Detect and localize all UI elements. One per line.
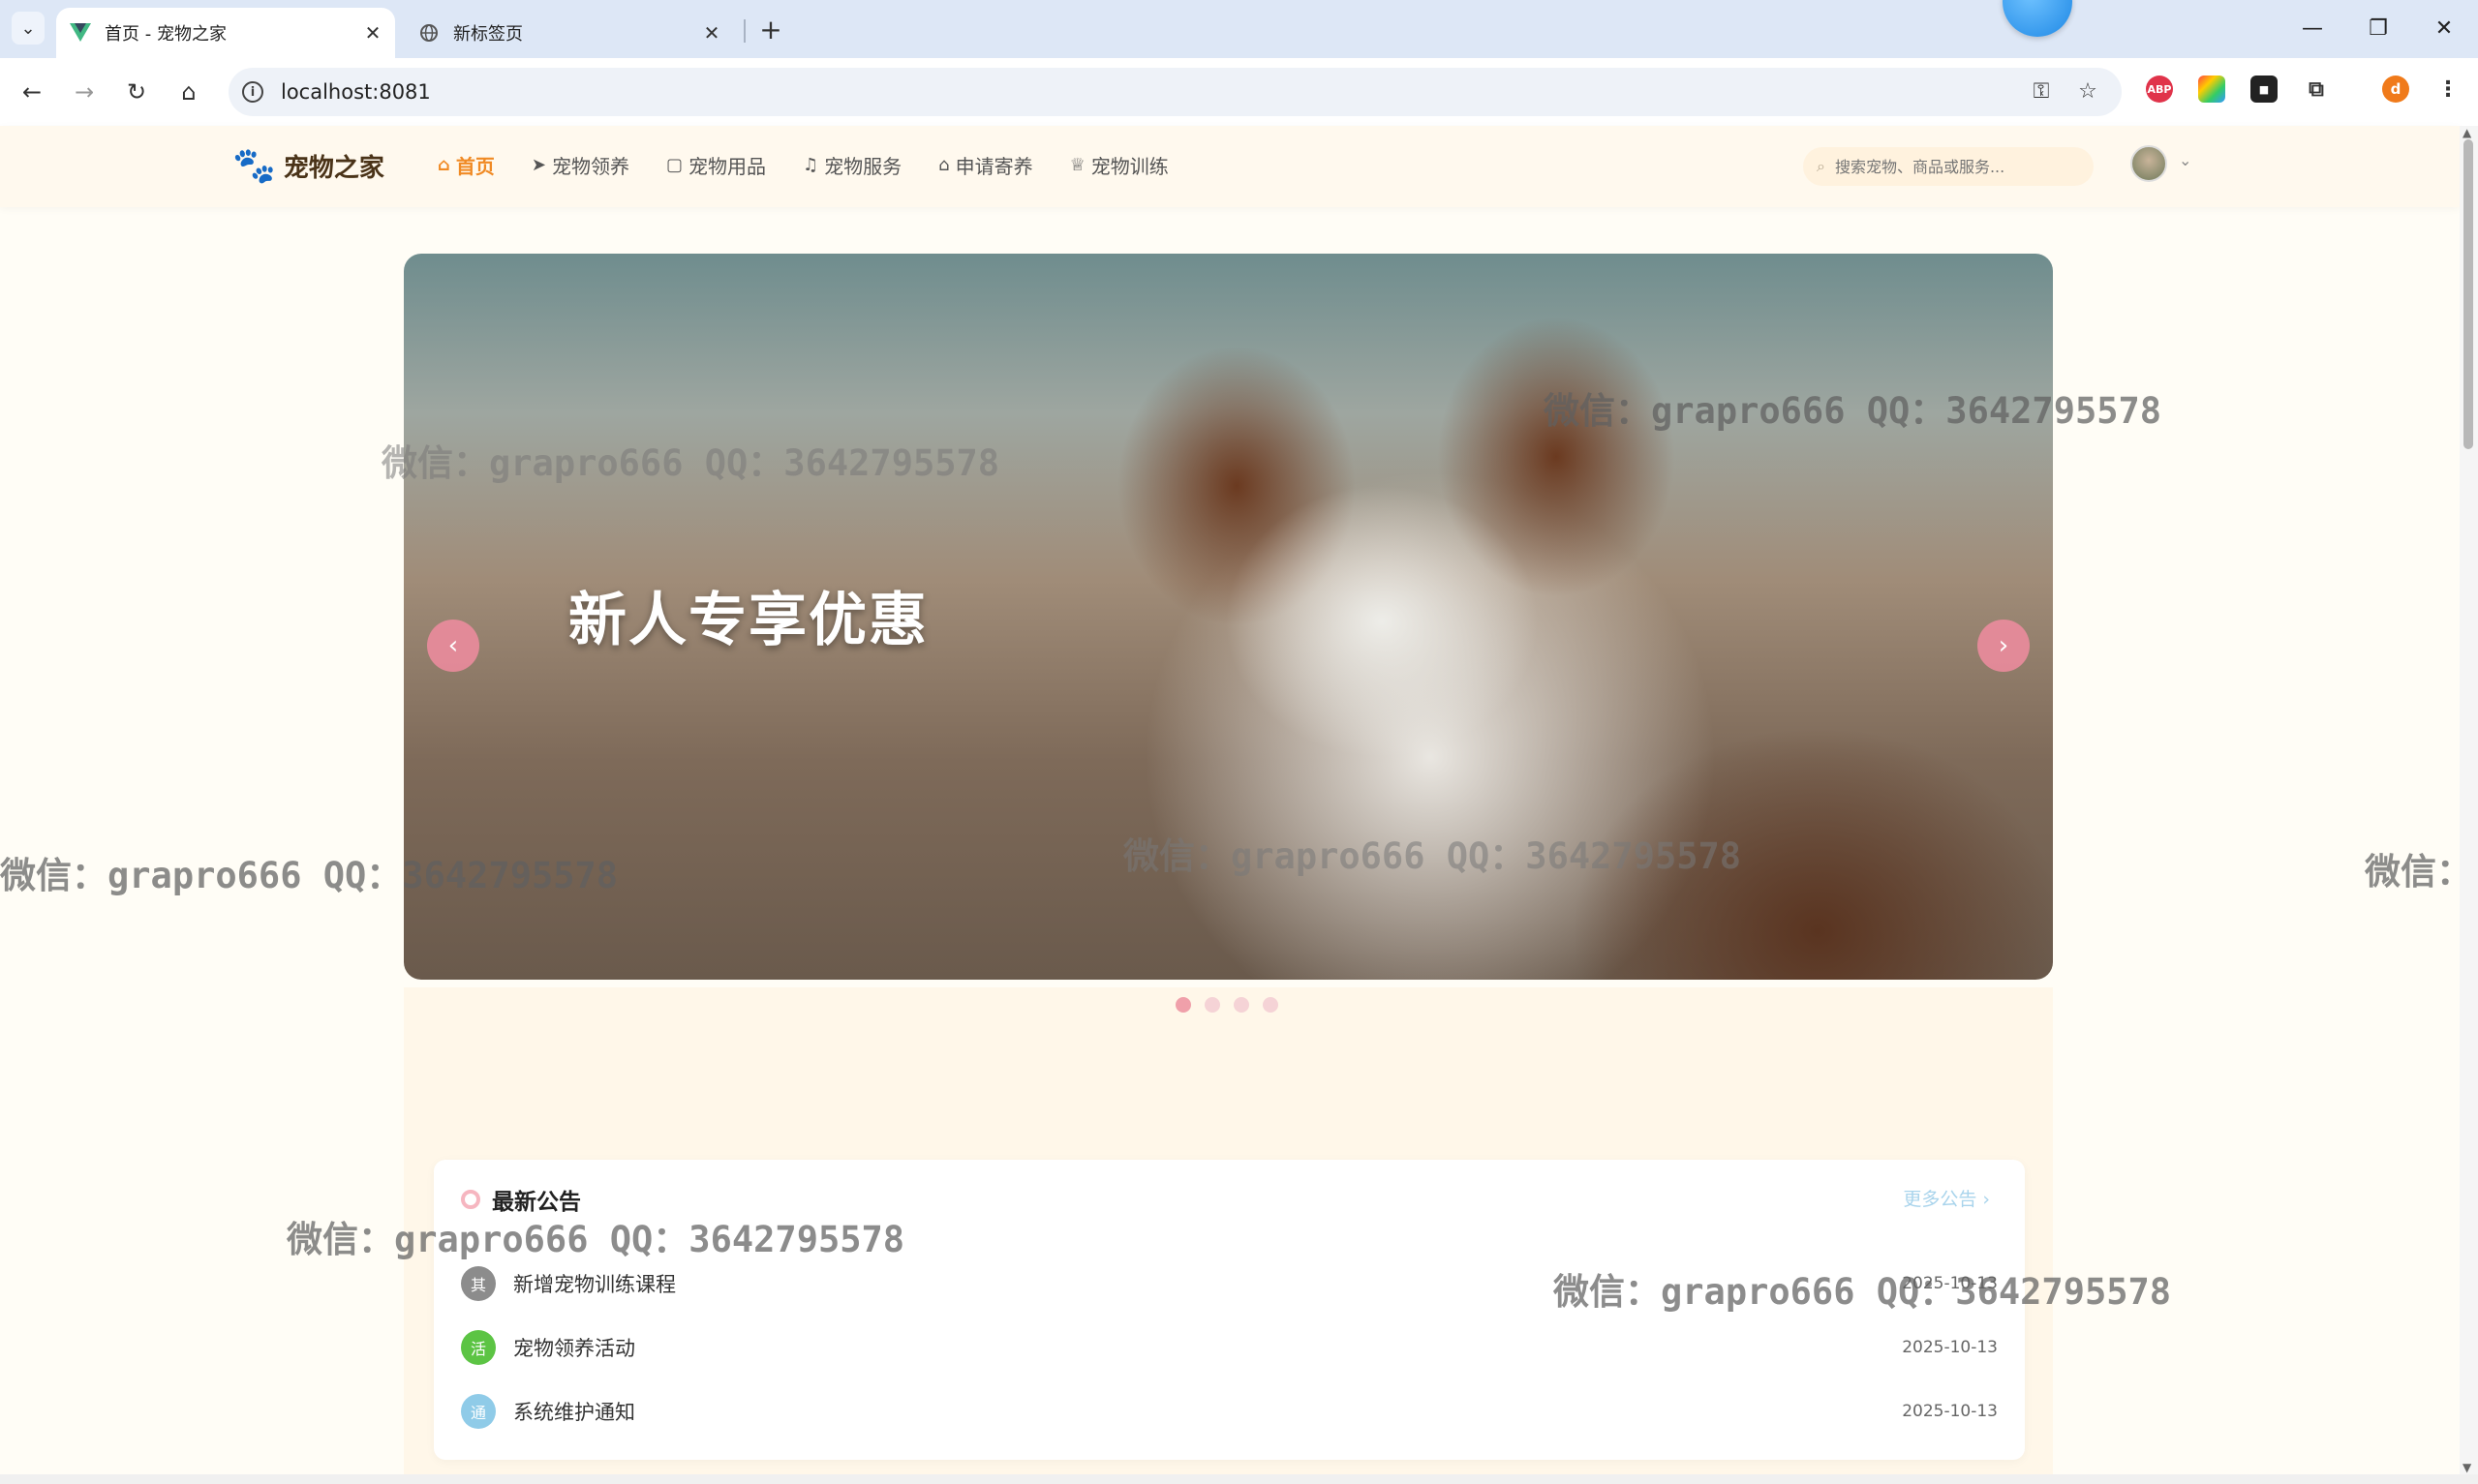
profile-bubble-icon[interactable] [2003, 0, 2072, 37]
extensions-puzzle-icon[interactable]: ⧉ [2303, 76, 2330, 103]
bag-icon: ▢ [665, 155, 683, 175]
carousel-prev-button[interactable]: ‹ [427, 620, 479, 672]
carousel-next-button[interactable]: › [1977, 620, 2030, 672]
horizontal-scrollbar[interactable] [0, 1474, 2478, 1484]
menu-kebab-icon[interactable]: ⋮ [2434, 76, 2462, 103]
trophy-icon: ♕ [1069, 155, 1086, 175]
announcement-panel: 最新公告 更多公告 › 其 新增宠物训练课程 2025-10-13 活 宠物领养… [434, 1160, 2025, 1460]
tab-close-icon[interactable]: ✕ [697, 18, 726, 47]
announcement-date: 2025-10-13 [1902, 1338, 1998, 1357]
site-header: 🐾 宠物之家 ⌂ 首页 ➤ 宠物领养 ▢ 宠物用品 ♫ 宠物服务 ⌂ 申请寄养 … [0, 126, 2460, 207]
user-avatar[interactable] [2130, 145, 2167, 182]
tab-title: 新标签页 [453, 24, 523, 45]
ring-icon [461, 1190, 480, 1209]
scroll-up-icon[interactable]: ▲ [2463, 126, 2471, 139]
announcement-text: 宠物领养活动 [513, 1337, 635, 1360]
category-badge: 活 [461, 1330, 496, 1365]
vertical-scrollbar[interactable]: ▲ ▼ [2460, 126, 2478, 1474]
search-icon: ⌕ [1817, 157, 1825, 175]
browser-toolbar: ← → ↻ ⌂ i localhost:8081 ⚿ ☆ ABP ■ ⧉ d ⋮ [0, 58, 2478, 127]
globe-icon [418, 22, 440, 44]
tab-close-icon[interactable]: ✕ [358, 18, 387, 47]
carousel-dot-4[interactable] [1263, 997, 1278, 1013]
category-badge: 其 [461, 1266, 496, 1301]
announcement-header: 最新公告 [461, 1183, 581, 1216]
home-icon[interactable]: ⌂ [172, 76, 205, 108]
nav-item-training[interactable]: ♕ 宠物训练 [1070, 151, 1169, 179]
announcement-date: 2025-10-13 [1902, 1402, 1998, 1421]
category-badge: 通 [461, 1394, 496, 1429]
announcement-title: 最新公告 [492, 1190, 581, 1215]
browser-tab-bar: ⌄ 首页 - 宠物之家 ✕ 新标签页 ✕ + — ❐ ✕ [0, 0, 2478, 58]
carousel-dot-1[interactable] [1176, 997, 1191, 1013]
send-icon: ➤ [531, 155, 546, 175]
tab-home[interactable]: 首页 - 宠物之家 ✕ [56, 8, 395, 58]
window-close-icon[interactable]: ✕ [2425, 12, 2463, 45]
main-nav: ⌂ 首页 ➤ 宠物领养 ▢ 宠物用品 ♫ 宠物服务 ⌂ 申请寄养 ♕ 宠物训练 [438, 151, 1206, 179]
address-bar[interactable]: i localhost:8081 [229, 68, 2122, 116]
announcement-text: 系统维护通知 [513, 1401, 635, 1424]
more-announcements-link[interactable]: 更多公告 › [1903, 1185, 1990, 1211]
nav-item-foster[interactable]: ⌂ 申请寄养 [938, 151, 1032, 179]
reload-icon[interactable]: ↻ [120, 76, 153, 108]
site-search[interactable]: ⌕ [1803, 147, 2094, 186]
slide-title: 新人专享优惠 [568, 587, 929, 654]
announcement-item[interactable]: 其 新增宠物训练课程 2025-10-13 [461, 1264, 1998, 1303]
bookmark-star-icon[interactable]: ☆ [2070, 74, 2105, 108]
password-key-icon[interactable]: ⚿ [2024, 74, 2059, 108]
tab-title: 首页 - 宠物之家 [105, 24, 227, 45]
chevron-down-icon[interactable]: ⌄ [2179, 151, 2191, 169]
house-icon: ⌂ [938, 155, 950, 175]
adblock-extension-icon[interactable]: ABP [2146, 76, 2173, 103]
restore-icon[interactable]: ❐ [2359, 12, 2398, 45]
puzzle-dark-extension-icon[interactable]: ■ [2250, 76, 2278, 103]
carousel-dot-3[interactable] [1234, 997, 1249, 1013]
announcement-text: 新增宠物训练课程 [513, 1273, 676, 1296]
tab-separator [744, 19, 746, 43]
tab-search-chevron-icon[interactable]: ⌄ [12, 12, 45, 45]
vue-favicon-icon [70, 22, 91, 44]
announcement-date: 2025-10-13 [1902, 1274, 1998, 1293]
profile-avatar-icon[interactable]: d [2382, 76, 2409, 103]
color-extension-icon[interactable] [2198, 76, 2225, 103]
banner-carousel[interactable]: 新人专享优惠 ‹ › [404, 254, 2053, 980]
back-arrow-icon[interactable]: ← [15, 76, 48, 108]
nav-item-supplies[interactable]: ▢ 宠物用品 [666, 151, 766, 179]
search-input[interactable] [1832, 156, 2069, 177]
carousel-dot-2[interactable] [1205, 997, 1220, 1013]
carousel-indicators [1176, 997, 1292, 1013]
nav-item-home[interactable]: ⌂ 首页 [438, 151, 495, 179]
paw-icon: 🐾 [232, 146, 276, 186]
headset-icon: ♫ [803, 155, 819, 175]
nav-item-services[interactable]: ♫ 宠物服务 [803, 151, 902, 179]
scroll-down-icon[interactable]: ▼ [2463, 1461, 2471, 1474]
home-icon: ⌂ [438, 155, 450, 175]
announcement-item[interactable]: 通 系统维护通知 2025-10-13 [461, 1392, 1998, 1431]
nav-item-adoption[interactable]: ➤ 宠物领养 [532, 151, 629, 179]
logo-text: 宠物之家 [283, 153, 384, 183]
new-tab-plus-icon[interactable]: + [755, 14, 786, 45]
forward-arrow-icon[interactable]: → [68, 76, 101, 108]
tab-new-tab[interactable]: 新标签页 ✕ [405, 8, 734, 58]
site-info-icon[interactable]: i [242, 81, 263, 103]
watermark-partial: 微信： [2365, 851, 2472, 893]
announcement-item[interactable]: 活 宠物领养活动 2025-10-13 [461, 1328, 1998, 1367]
site-logo[interactable]: 🐾 宠物之家 [232, 145, 384, 186]
scrollbar-thumb[interactable] [2463, 139, 2473, 449]
minimize-icon[interactable]: — [2293, 12, 2332, 45]
url-text: localhost:8081 [281, 80, 431, 104]
